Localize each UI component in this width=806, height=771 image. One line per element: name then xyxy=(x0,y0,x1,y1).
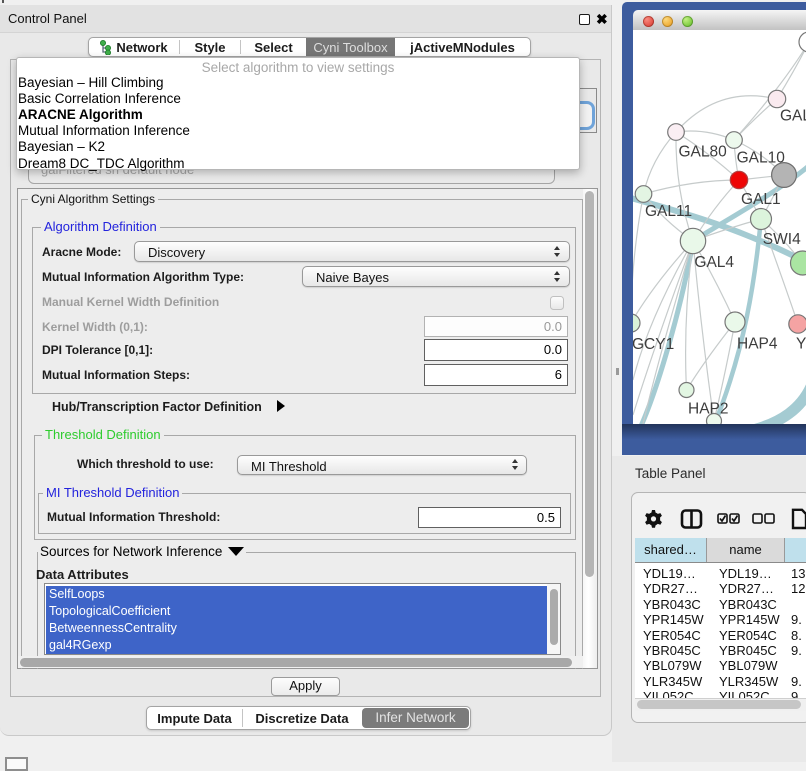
svg-text:SWI4: SWI4 xyxy=(763,231,801,248)
svg-text:YM: YM xyxy=(796,335,806,352)
svg-text:GAL10: GAL10 xyxy=(737,149,786,166)
svg-text:GAL80: GAL80 xyxy=(679,144,728,161)
svg-text:GCY1: GCY1 xyxy=(633,336,674,353)
svg-text:HAP2: HAP2 xyxy=(688,400,729,417)
svg-text:GAL1: GAL1 xyxy=(741,191,781,208)
svg-text:HAP4: HAP4 xyxy=(737,335,778,352)
svg-text:GAL4: GAL4 xyxy=(694,254,734,271)
svg-text:GAL11: GAL11 xyxy=(645,203,692,220)
svg-text:GAL7: GAL7 xyxy=(780,108,806,125)
